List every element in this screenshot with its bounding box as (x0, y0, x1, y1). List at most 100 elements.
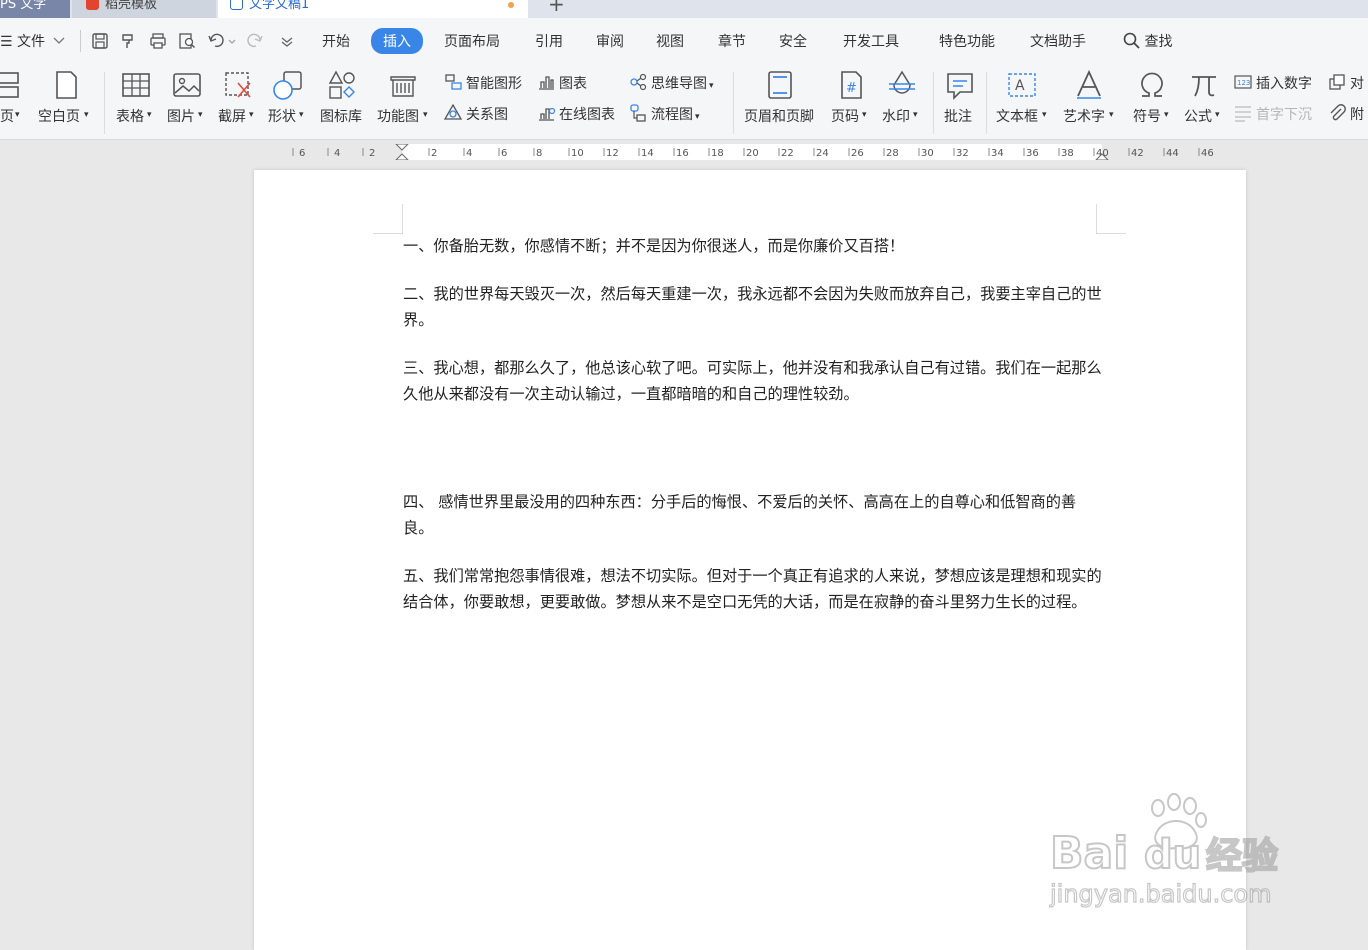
hamburger-icon: ☰ (0, 34, 13, 50)
menu-tab-home[interactable]: 开始 (322, 31, 350, 51)
menu-tab-doc-assistant[interactable]: 文档助手 (1030, 31, 1086, 51)
divider (733, 72, 734, 134)
menu-tab-section[interactable]: 章节 (718, 31, 746, 51)
horizontal-ruler: 6 4 2 2 4 6 8 10 12 14 16 18 20 22 24 26 28 30 32 34 36 38 40 4… (0, 140, 1368, 168)
paragraph-2[interactable]: 二、我的世界每天毁灭一次，然后每天重建一次，我永远都不会因为失败而放弃自己，我要… (403, 281, 1103, 333)
tab-label: 稻壳模板 (105, 0, 158, 12)
unsaved-indicator (508, 2, 514, 8)
drop-cap-button[interactable]: 首字下沉 (1233, 103, 1312, 127)
flowchart-button[interactable]: 流程图 ▾ (628, 103, 700, 127)
ruler-tick-label: 8 (536, 148, 542, 159)
screenshot-icon (225, 72, 251, 98)
ruler-tick-label: 14 (641, 148, 654, 159)
format-painter-icon[interactable] (120, 32, 138, 50)
omega-icon (1141, 72, 1163, 97)
blank-page-label: 空白页 (38, 109, 80, 125)
tab-wps-writer[interactable]: PS 文字 (0, 0, 70, 18)
paragraph-3[interactable]: 三、我心想，都那么久了，他总该心软了吧。可实际上，他并没有和我承认自己有过错。我… (403, 355, 1103, 407)
menu-tab-insert[interactable]: 插入 (371, 28, 423, 54)
flowchart-icon (630, 104, 646, 122)
ruler-tick-label: 2 (369, 148, 375, 159)
text-box-icon: A (1008, 73, 1036, 97)
picture-icon (173, 73, 201, 97)
ruler-tick-label: 4 (466, 148, 472, 159)
ruler-tick-label: 24 (816, 148, 829, 159)
paperclip-icon (1330, 104, 1346, 121)
file-menu-label: 文件 (17, 34, 46, 50)
ruler-tick-label: 12 (606, 148, 619, 159)
customize-toolbar-icon[interactable] (278, 32, 296, 50)
shapes-label: 形状 (268, 109, 296, 125)
undo-icon[interactable] (207, 32, 237, 50)
menu-bar: ☰ 文件 开始 插入 页面布局 引用 审阅 视图 章节 安全 开发工具 特色功能… (0, 18, 1368, 66)
attachment-button[interactable]: 附 (1327, 103, 1364, 127)
watermark-url: jingyan.baidu.com (1049, 880, 1271, 908)
menu-tab-security[interactable]: 安全 (779, 31, 807, 51)
margin-corner-top-left (373, 204, 403, 234)
baidu-jingyan-watermark: Bai du 经验 jingyan.baidu.com (1048, 793, 1279, 909)
function-chart-icon (390, 76, 416, 97)
online-chart-button[interactable]: 在线图表 (536, 103, 615, 127)
relation-chart-button[interactable]: 关系图 (443, 103, 508, 127)
object-icon (1329, 74, 1345, 90)
paragraph-1[interactable]: 一、你备胎无数，你感情不断；并不是因为你很迷人，而是你廉价又百搭！ (403, 233, 1103, 259)
menu-tab-references[interactable]: 引用 (535, 31, 563, 51)
object-button[interactable]: 对 (1327, 72, 1364, 96)
menu-tab-page-layout[interactable]: 页面布局 (444, 31, 500, 51)
page-break-label: 页 (0, 109, 14, 125)
margin-corner-top-right (1096, 204, 1126, 234)
new-tab-button[interactable]: + (548, 0, 565, 16)
menu-tab-review[interactable]: 审阅 (596, 31, 624, 51)
ruler-tick-label: 44 (1166, 148, 1179, 159)
ruler-tick-label: 34 (991, 148, 1004, 159)
smart-art-label: 智能图形 (466, 76, 522, 92)
page-number-label: 页码 (831, 109, 859, 125)
ruler-tick-label: 30 (921, 148, 934, 159)
tab-docer-templates[interactable]: 稻壳模板 (72, 0, 216, 18)
print-icon[interactable] (149, 32, 167, 50)
save-icon[interactable] (91, 32, 109, 50)
mind-map-label: 思维导图 (651, 76, 707, 92)
page-break-icon (0, 72, 19, 98)
online-chart-icon (539, 107, 556, 121)
redo-icon[interactable] (246, 32, 264, 50)
drop-cap-label: 首字下沉 (1256, 107, 1312, 123)
paragraph-4[interactable]: 四、 感情世界里最没用的四种东西：分手后的悔恨、不爱后的关怀、高高在上的自尊心和… (403, 489, 1103, 541)
header-footer-label: 页眉和页脚 (744, 109, 814, 125)
smart-art-button[interactable]: 智能图形 (443, 72, 522, 96)
number-icon: 123 (1234, 75, 1252, 89)
attachment-label: 附 (1350, 107, 1364, 123)
picture-label: 图片 (167, 109, 195, 125)
icon-library-label: 图标库 (320, 109, 362, 125)
insert-number-button[interactable]: 123 插入数字 (1233, 72, 1312, 96)
ruler-tick-label: 26 (851, 148, 864, 159)
menu-tab-features[interactable]: 特色功能 (939, 31, 995, 51)
tab-label: PS 文字 (0, 0, 47, 12)
mind-map-icon (630, 73, 647, 91)
watermark-brand: Bai (1050, 828, 1128, 879)
chart-button[interactable]: 图表 (536, 72, 587, 96)
insert-ribbon: 页 ▾ 空白页 ▾ 表格 ▾ 图片 ▾ 截屏 ▾ 形状 ▾ 图标库 功能图 ▾ 智能图形 图表 (0, 66, 1368, 140)
watermark-icon (889, 70, 915, 94)
pi-icon (1192, 76, 1216, 97)
ruler-scale[interactable]: 6 4 2 2 4 6 8 10 12 14 16 18 20 22 24 26 28 30 32 34 36 38 40 4… (270, 144, 1235, 160)
paragraph-5[interactable]: 五、我们常常抱怨事情很难，想法不切实际。但对于一个真正有追求的人来说，梦想应该是… (403, 563, 1103, 615)
ruler-tick-label: 2 (431, 148, 437, 159)
search-button[interactable]: 查找 (1123, 31, 1172, 51)
menu-tab-view[interactable]: 视图 (656, 31, 684, 51)
divider (104, 72, 105, 134)
ruler-tick-label: 6 (501, 148, 507, 159)
print-preview-icon[interactable] (178, 32, 196, 50)
tab-label: 文字文稿1 (249, 0, 310, 12)
comment-icon (947, 73, 973, 100)
table-icon (122, 73, 150, 97)
tab-document[interactable]: 文字文稿1 (218, 0, 528, 18)
divider (986, 72, 987, 134)
smart-art-icon (445, 74, 462, 90)
menu-tab-developer[interactable]: 开发工具 (843, 31, 899, 51)
mind-map-button[interactable]: 思维导图 ▾ (628, 72, 714, 96)
page-number-icon: # (841, 71, 862, 99)
file-menu[interactable]: ☰ 文件 (0, 31, 65, 51)
ruler-tick-label: 16 (676, 148, 689, 159)
tab-bar: PS 文字 稻壳模板 文字文稿1 + (0, 0, 1368, 18)
